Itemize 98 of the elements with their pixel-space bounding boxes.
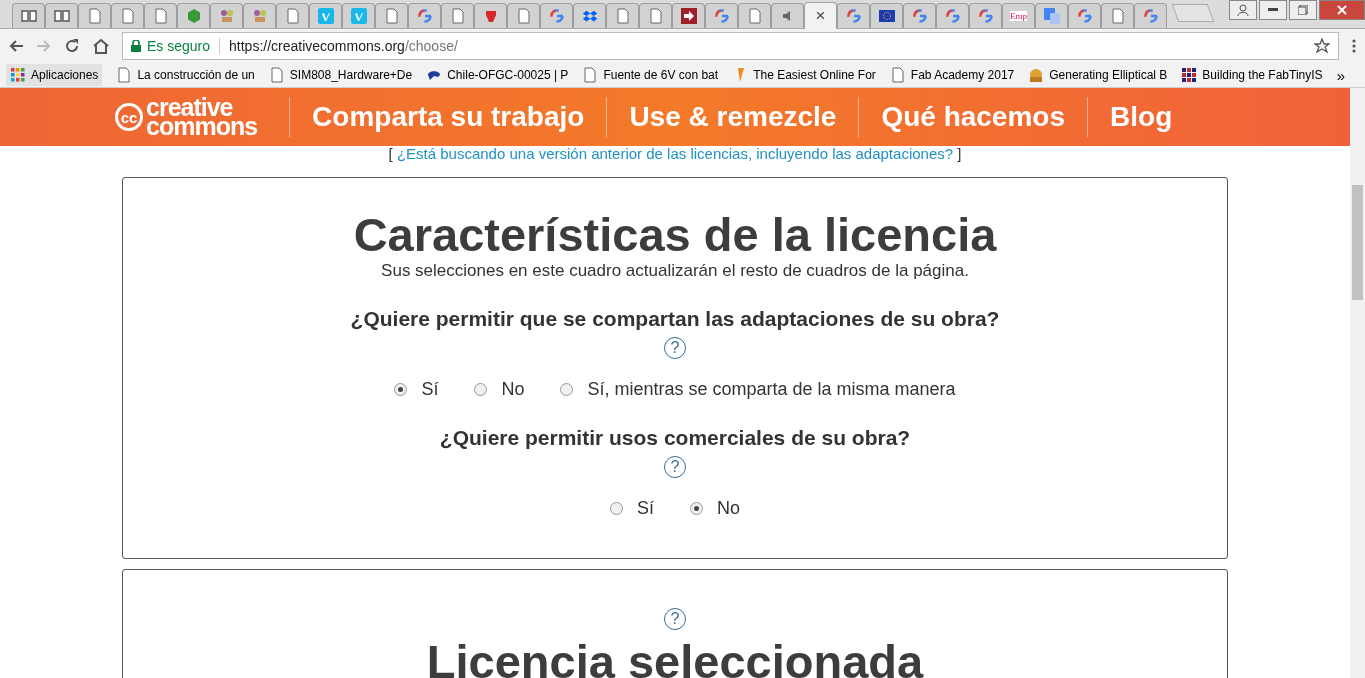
google-icon — [977, 8, 994, 24]
close-button[interactable] — [1319, 0, 1365, 20]
minimize-icon — [1268, 8, 1278, 12]
radio-option[interactable]: Sí, mientras se comparta de la misma manera — [560, 379, 956, 400]
browser-tab[interactable] — [474, 3, 507, 28]
page-icon — [746, 8, 763, 24]
close-icon — [1337, 5, 1347, 15]
address-bar[interactable]: Es seguro https://creativecommons.org/choose/ — [122, 32, 1339, 60]
bookmark[interactable]: Fab Academy 2017 — [889, 67, 1015, 83]
dropbox-icon — [581, 8, 598, 24]
minimize-button[interactable] — [1259, 0, 1287, 20]
reload-icon[interactable] — [64, 38, 80, 54]
new-tab-button[interactable] — [1171, 4, 1215, 22]
page-icon — [268, 67, 285, 83]
page-icon — [449, 8, 466, 24]
radio-option[interactable]: No — [690, 498, 740, 519]
radio-option[interactable]: No — [474, 379, 525, 400]
page-icon — [614, 8, 631, 24]
scrollbar[interactable] — [1350, 88, 1365, 678]
bracket: ] — [957, 145, 962, 162]
question: ¿Quiere permitir que se compartan las adaptaciones de su obra? — [349, 307, 1001, 331]
google-icon — [911, 8, 928, 24]
google-icon — [845, 8, 862, 24]
more-bookmarks-button[interactable]: » — [1336, 66, 1345, 84]
hexagon-icon — [185, 8, 202, 24]
browser-tab[interactable] — [573, 3, 606, 28]
browser-tab[interactable] — [771, 3, 804, 28]
person-icon — [1237, 4, 1249, 16]
flag-icon — [878, 8, 895, 24]
favicon-text: Emp — [1010, 11, 1027, 21]
bookmark[interactable]: La construcción de un — [116, 67, 255, 83]
google-icon — [548, 8, 565, 24]
apps-icon — [10, 67, 26, 83]
browser-tab[interactable] — [672, 3, 705, 28]
arrow-icon — [680, 8, 697, 24]
card-title: Licencia seleccionada — [425, 638, 925, 678]
book-icon — [53, 8, 70, 24]
bookmark[interactable]: Generating Elliptical B — [1028, 67, 1168, 83]
scrollbar-thumb[interactable] — [1352, 185, 1363, 300]
page-icon — [1109, 8, 1126, 24]
menu-icon[interactable] — [1351, 38, 1357, 54]
radio-button[interactable] — [474, 383, 488, 396]
google-icon — [416, 8, 433, 24]
cartoon-icon — [1028, 67, 1045, 83]
radio-button[interactable] — [560, 383, 574, 396]
translate-icon — [1043, 8, 1060, 24]
forward-icon[interactable] — [36, 38, 52, 54]
restore-icon — [1298, 5, 1308, 15]
page-icon — [647, 8, 664, 24]
page-icon — [116, 67, 133, 83]
google-icon — [713, 8, 730, 24]
vimeo-icon — [350, 8, 367, 24]
browser-tab[interactable]: Emp — [1002, 3, 1035, 28]
url-text: https://creativecommons.org/choose/ — [229, 38, 458, 54]
page-icon — [284, 8, 301, 24]
browser-tab[interactable] — [12, 3, 45, 28]
page-icon — [383, 8, 400, 24]
vimeo-icon — [317, 8, 334, 24]
book-icon — [20, 8, 37, 24]
page-icon — [152, 8, 169, 24]
radio-button[interactable] — [394, 383, 408, 396]
page-icon — [889, 67, 906, 83]
page-icon — [119, 8, 136, 24]
people-icon — [218, 8, 235, 24]
page-icon — [582, 67, 599, 83]
bookmark[interactable]: Building the FabTinyIS — [1181, 67, 1323, 83]
home-icon[interactable] — [92, 38, 110, 54]
previous-versions-link[interactable]: ¿Está buscando una versión anterior de las licencias, incluyendo las adaptaciones? — [396, 145, 954, 162]
radio-option[interactable]: Sí — [610, 498, 654, 519]
security-label: Es seguro — [147, 38, 211, 54]
bookmark[interactable]: The Easiest Online For — [732, 67, 876, 83]
bookmark[interactable]: Chile-OFGC-00025 | P — [426, 67, 569, 83]
card-subtitle: Sus selecciones en este cuadro actualizarán el resto de cuadros de la página. — [380, 261, 970, 281]
bracket: [ — [388, 145, 393, 162]
google-icon — [944, 8, 961, 24]
google-icon — [1142, 8, 1159, 24]
people-icon — [251, 8, 268, 24]
profile-button[interactable] — [1229, 0, 1257, 20]
grid-icon — [1181, 67, 1198, 83]
page-icon — [86, 8, 103, 24]
browser-tab[interactable] — [45, 3, 78, 28]
bookmark[interactable]: SIM808_Hardware+De — [268, 67, 413, 83]
back-icon[interactable] — [8, 38, 24, 54]
google-icon — [1076, 8, 1093, 24]
radio-option[interactable]: Sí — [394, 379, 439, 400]
star-icon[interactable] — [1314, 38, 1330, 54]
radio-button[interactable] — [690, 502, 703, 515]
browser-tab[interactable] — [870, 3, 903, 28]
page-icon — [515, 8, 532, 24]
close-tab-icon[interactable]: × — [815, 6, 826, 26]
question: ¿Quiere permitir usos comerciales de su obra? — [438, 426, 912, 450]
card-title: Características de la licencia — [352, 211, 998, 259]
bookmark[interactable]: Fuente de 6V con bat — [582, 67, 719, 83]
lock-icon — [131, 40, 141, 52]
radio-button[interactable] — [610, 502, 623, 515]
cc-logo-icon: cc — [115, 103, 143, 131]
bookmark[interactable]: Aplicaciones — [6, 64, 103, 86]
browser-tab[interactable]: × — [804, 2, 837, 29]
